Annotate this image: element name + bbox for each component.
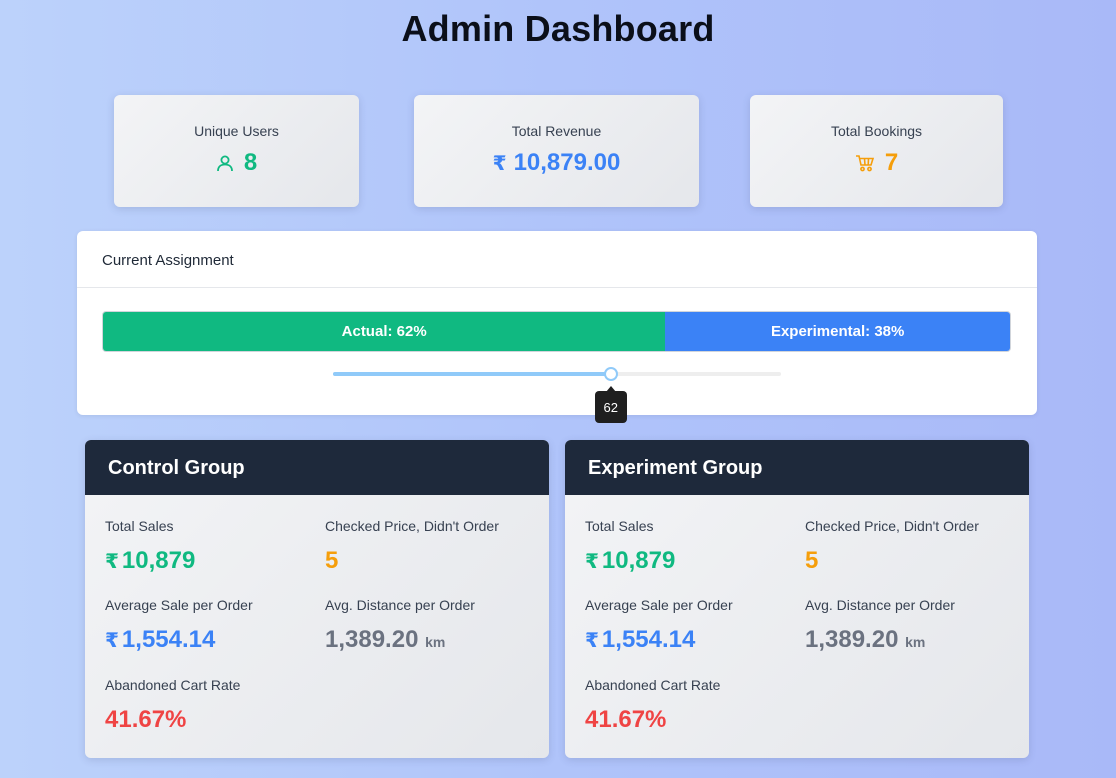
cart-icon bbox=[855, 154, 875, 172]
control-avg-sale: Average Sale per Order ₹1,554.14 bbox=[105, 597, 253, 654]
assignment-slider[interactable]: 62 bbox=[333, 367, 781, 423]
page-title: Admin Dashboard bbox=[401, 8, 715, 49]
slider-track[interactable] bbox=[333, 372, 611, 376]
slider-thumb[interactable] bbox=[603, 367, 618, 381]
slider-value-tooltip: 62 bbox=[594, 386, 627, 423]
experiment-avg-distance: Avg. Distance per Order 1,389.20 km bbox=[805, 597, 955, 654]
metric-value: 10,879 bbox=[121, 547, 196, 574]
distance-unit: km bbox=[905, 634, 926, 650]
metric-label: Checked Price, Didn't Order bbox=[805, 518, 979, 534]
metric-value: 1,389.20 bbox=[325, 626, 419, 653]
current-assignment-title: Current Assignment bbox=[77, 231, 1037, 288]
metric-value: 5 bbox=[805, 547, 819, 574]
experiment-checked-price: Checked Price, Didn't Order 5 bbox=[805, 518, 979, 575]
rupee-icon: ₹ bbox=[105, 630, 119, 652]
total-revenue-label: Total Revenue bbox=[511, 123, 602, 139]
metric-value: 1,554.14 bbox=[601, 626, 696, 653]
metric-value: 1,389.20 bbox=[805, 626, 899, 653]
metric-label: Total Sales bbox=[585, 518, 654, 534]
metric-label: Checked Price, Didn't Order bbox=[325, 518, 499, 534]
metric-value: 1,554.14 bbox=[121, 626, 216, 653]
metric-value: 41.67% bbox=[105, 706, 187, 733]
metric-value: 41.67% bbox=[585, 706, 667, 733]
control-group-title: Control Group bbox=[85, 440, 549, 495]
total-bookings-card: Total Bookings 7 bbox=[750, 95, 1003, 207]
control-total-sales: Total Sales ₹10,879 bbox=[105, 518, 195, 575]
total-bookings-value: 7 bbox=[884, 149, 899, 176]
experiment-group-card: Experiment Group Total Sales ₹10,879 Che… bbox=[565, 440, 1029, 758]
unique-users-label: Unique Users bbox=[194, 123, 279, 139]
metric-label: Total Sales bbox=[105, 518, 174, 534]
user-icon bbox=[216, 154, 234, 172]
metric-label: Avg. Distance per Order bbox=[805, 597, 955, 613]
rupee-icon: ₹ bbox=[492, 152, 507, 175]
metric-label: Abandoned Cart Rate bbox=[105, 677, 241, 693]
total-revenue-card: Total Revenue ₹ 10,879.00 bbox=[414, 95, 699, 207]
control-group-card: Control Group Total Sales ₹10,879 Checke… bbox=[85, 440, 549, 758]
metric-value: 5 bbox=[325, 547, 339, 574]
unique-users-value: 8 bbox=[243, 149, 258, 176]
metric-value: 10,879 bbox=[601, 547, 676, 574]
experiment-total-sales: Total Sales ₹10,879 bbox=[585, 518, 675, 575]
experiment-group-title: Experiment Group bbox=[565, 440, 1029, 495]
experiment-abandoned-rate: Abandoned Cart Rate 41.67% bbox=[585, 677, 720, 734]
experimental-segment: Experimental: 38% bbox=[665, 312, 1010, 351]
distance-unit: km bbox=[425, 634, 446, 650]
experiment-avg-sale: Average Sale per Order ₹1,554.14 bbox=[585, 597, 733, 654]
control-abandoned-rate: Abandoned Cart Rate 41.67% bbox=[105, 677, 240, 734]
total-bookings-label: Total Bookings bbox=[830, 123, 923, 139]
metric-label: Abandoned Cart Rate bbox=[585, 677, 721, 693]
assignment-split-bar: Actual: 62% Experimental: 38% bbox=[102, 311, 1011, 352]
control-checked-price: Checked Price, Didn't Order 5 bbox=[325, 518, 499, 575]
current-assignment-card: Current Assignment Actual: 62% Experimen… bbox=[77, 231, 1037, 423]
total-revenue-value: 10,879.00 bbox=[513, 149, 621, 176]
unique-users-card: Unique Users 8 bbox=[114, 95, 359, 207]
rupee-icon: ₹ bbox=[585, 551, 599, 573]
metric-label: Average Sale per Order bbox=[105, 597, 253, 613]
rupee-icon: ₹ bbox=[105, 551, 119, 573]
control-avg-distance: Avg. Distance per Order 1,389.20 km bbox=[325, 597, 475, 654]
rupee-icon: ₹ bbox=[585, 630, 599, 652]
actual-segment: Actual: 62% bbox=[103, 312, 666, 351]
metric-label: Average Sale per Order bbox=[585, 597, 733, 613]
metric-label: Avg. Distance per Order bbox=[325, 597, 475, 613]
